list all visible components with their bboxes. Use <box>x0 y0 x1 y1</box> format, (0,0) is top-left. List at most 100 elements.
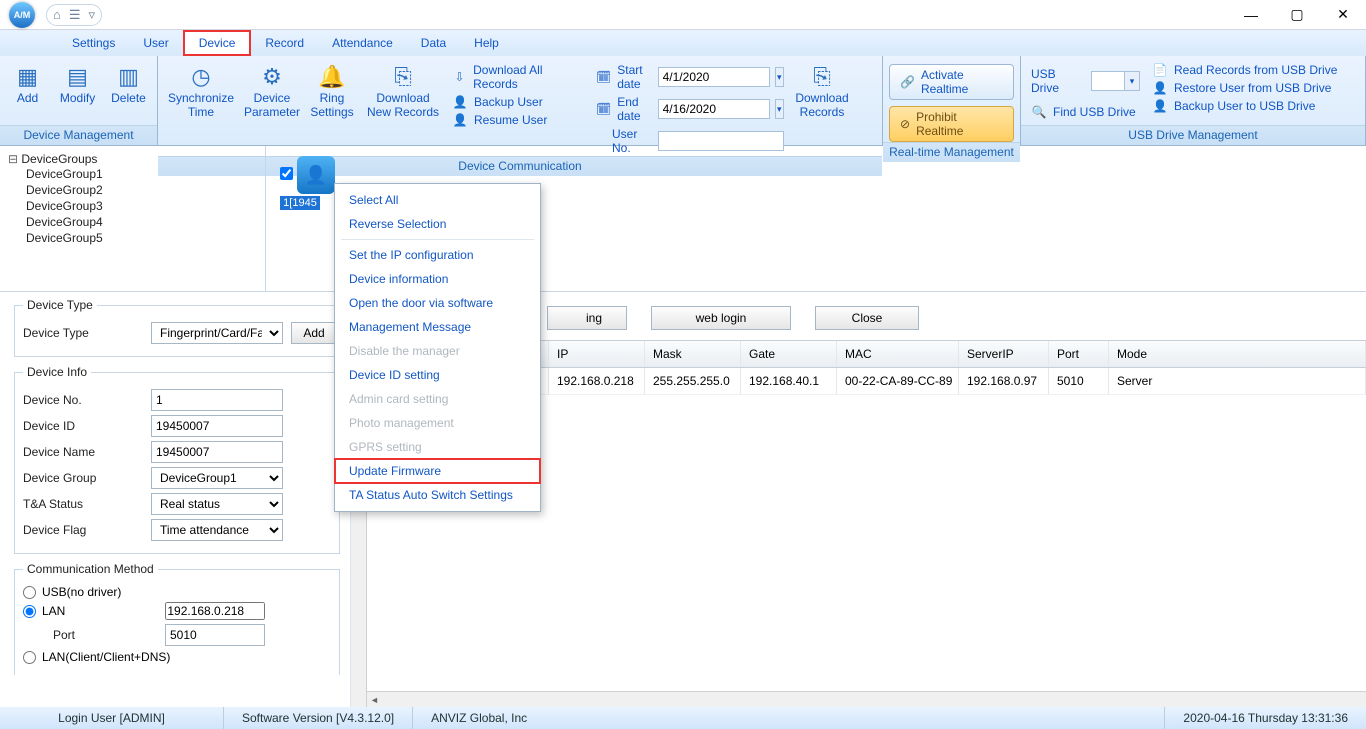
tree-item[interactable]: DeviceGroup3 <box>26 198 257 214</box>
device-checkbox[interactable] <box>280 167 293 180</box>
context-item: Photo management <box>335 411 540 435</box>
search-icon: 🔍 <box>1031 105 1047 119</box>
device-no-input[interactable] <box>151 389 283 411</box>
device-parameter-button[interactable]: ⚙Device Parameter <box>242 60 302 122</box>
device-tile[interactable]: 👤 1[1945 <box>280 156 335 210</box>
sync-time-button[interactable]: ◷Synchronize Time <box>164 60 238 122</box>
minimize-button[interactable]: — <box>1228 0 1274 30</box>
backup-icon: 👤 <box>452 95 468 109</box>
prohibit-realtime-button[interactable]: ⊘Prohibit Realtime <box>889 106 1014 142</box>
restore-icon: 👤 <box>1152 81 1168 95</box>
backup-user-button[interactable]: 👤Backup User <box>448 94 588 110</box>
find-usb-button[interactable]: 🔍Find USB Drive <box>1027 104 1144 120</box>
download-new-records-button[interactable]: ⎘Download New Records <box>362 60 444 122</box>
tree-root[interactable]: DeviceGroups <box>8 152 257 166</box>
context-item[interactable]: Update Firmware <box>335 459 540 483</box>
dropdown-icon[interactable]: ▾ <box>1124 71 1140 91</box>
delete-icon: ▥ <box>110 62 146 92</box>
delete-device-button[interactable]: ▥Delete <box>106 60 151 108</box>
menu-record[interactable]: Record <box>251 30 318 56</box>
download-all-records-button[interactable]: ⇩Download All Records <box>448 62 588 92</box>
tree-item[interactable]: DeviceGroup4 <box>26 214 257 230</box>
restore-usb-button[interactable]: 👤Restore User from USB Drive <box>1148 80 1341 96</box>
context-menu: Select AllReverse Selection Set the IP co… <box>334 183 541 512</box>
device-group-select[interactable]: DeviceGroup1 <box>151 467 283 489</box>
download-icon: ⎘ <box>385 62 421 92</box>
menu-help[interactable]: Help <box>460 30 513 56</box>
group-title-usb: USB Drive Management <box>1021 125 1365 145</box>
menu-attendance[interactable]: Attendance <box>318 30 407 56</box>
calendar-icon: 🗓 <box>596 102 611 116</box>
context-item[interactable]: Open the door via software <box>335 291 540 315</box>
download-records-icon: ⎘ <box>804 62 840 92</box>
device-id-input[interactable] <box>151 415 283 437</box>
horizontal-scrollbar[interactable] <box>367 691 1366 707</box>
prohibit-icon: ⊘ <box>900 117 910 131</box>
lan-client-radio[interactable] <box>23 651 36 664</box>
download-records-button[interactable]: ⎘Download Records <box>792 60 852 122</box>
device-tree[interactable]: DeviceGroups DeviceGroup1 DeviceGroup2 D… <box>0 146 266 291</box>
mid-row: DeviceGroups DeviceGroup1 DeviceGroup2 D… <box>0 146 1366 292</box>
backup-usb-icon: 👤 <box>1152 99 1168 113</box>
ring-settings-button[interactable]: 🔔Ring Settings <box>306 60 358 122</box>
close-button[interactable]: ✕ <box>1320 0 1366 30</box>
context-item[interactable]: Device information <box>335 267 540 291</box>
usb-drive-row: USB Drive▾ <box>1027 66 1144 96</box>
ta-status-select[interactable]: Real status <box>151 493 283 515</box>
titlebar: A/M ⌂ ☰ ▿ — ▢ ✕ <box>0 0 1366 30</box>
close-panel-button[interactable]: Close <box>815 306 919 330</box>
dropdown-icon[interactable]: ▾ <box>775 67 784 87</box>
maximize-button[interactable]: ▢ <box>1274 0 1320 30</box>
lan-ip-input[interactable] <box>165 602 265 620</box>
menu-user[interactable]: User <box>129 30 182 56</box>
lan-radio[interactable] <box>23 605 36 618</box>
device-flag-select[interactable]: Time attendance <box>151 519 283 541</box>
menubar: Settings User Device Record Attendance D… <box>0 30 1366 56</box>
context-item[interactable]: Management Message <box>335 315 540 339</box>
context-item[interactable]: Device ID setting <box>335 363 540 387</box>
context-item: Disable the manager <box>335 339 540 363</box>
menu-settings[interactable]: Settings <box>58 30 129 56</box>
status-version: Software Version [V4.3.12.0] <box>224 707 413 729</box>
menu-device[interactable]: Device <box>183 30 252 56</box>
lan-port-input[interactable] <box>165 624 265 646</box>
fieldset-device-type: Device Type Device Type Fingerprint/Card… <box>14 298 346 357</box>
fieldset-comm-method: Communication Method USB(no driver) LAN … <box>14 562 340 675</box>
device-name-input[interactable] <box>151 441 283 463</box>
device-icon: 👤 <box>297 156 335 194</box>
add-type-button[interactable]: Add <box>291 322 337 344</box>
tree-item[interactable]: DeviceGroup5 <box>26 230 257 246</box>
lower-row: Device Type Device Type Fingerprint/Card… <box>0 292 1366 707</box>
web-login-button[interactable]: web login <box>651 306 791 330</box>
device-type-select[interactable]: Fingerprint/Card/Fac <box>151 322 283 344</box>
start-date-input[interactable] <box>658 67 770 87</box>
context-item[interactable]: Reverse Selection <box>335 212 540 236</box>
tree-item[interactable]: DeviceGroup2 <box>26 182 257 198</box>
end-date-input[interactable] <box>658 99 770 119</box>
device-label: 1[1945 <box>280 196 320 210</box>
read-usb-button[interactable]: 📄Read Records from USB Drive <box>1148 62 1341 78</box>
context-item[interactable]: Select All <box>335 188 540 212</box>
status-company: ANVIZ Global, Inc <box>413 707 1165 729</box>
ing-button[interactable]: ing <box>547 306 627 330</box>
context-item[interactable]: TA Status Auto Switch Settings <box>335 483 540 507</box>
usb-radio[interactable] <box>23 586 36 599</box>
group-title-device-mgmt: Device Management <box>0 125 157 145</box>
context-item[interactable]: Set the IP configuration <box>335 243 540 267</box>
usb-drive-select[interactable] <box>1091 71 1125 91</box>
add-icon: ▦ <box>10 62 46 92</box>
home-icon[interactable]: ⌂ <box>53 7 61 22</box>
status-datetime: 2020-04-16 Thursday 13:31:36 <box>1165 707 1366 729</box>
backup-usb-button[interactable]: 👤Backup User to USB Drive <box>1148 98 1341 114</box>
menu-data[interactable]: Data <box>407 30 460 56</box>
user-icon[interactable]: ☰ <box>69 7 81 23</box>
modify-device-button[interactable]: ▤Modify <box>53 60 102 108</box>
activate-realtime-button[interactable]: 🔗Activate Realtime <box>889 64 1014 100</box>
shield-icon[interactable]: ▿ <box>89 7 96 23</box>
gear-icon: ⚙ <box>254 62 290 92</box>
dropdown-icon[interactable]: ▾ <box>775 99 784 119</box>
resume-icon: 👤 <box>452 113 468 127</box>
add-device-button[interactable]: ▦Add <box>6 60 49 108</box>
resume-user-button[interactable]: 👤Resume User <box>448 112 588 128</box>
tree-item[interactable]: DeviceGroup1 <box>26 166 257 182</box>
